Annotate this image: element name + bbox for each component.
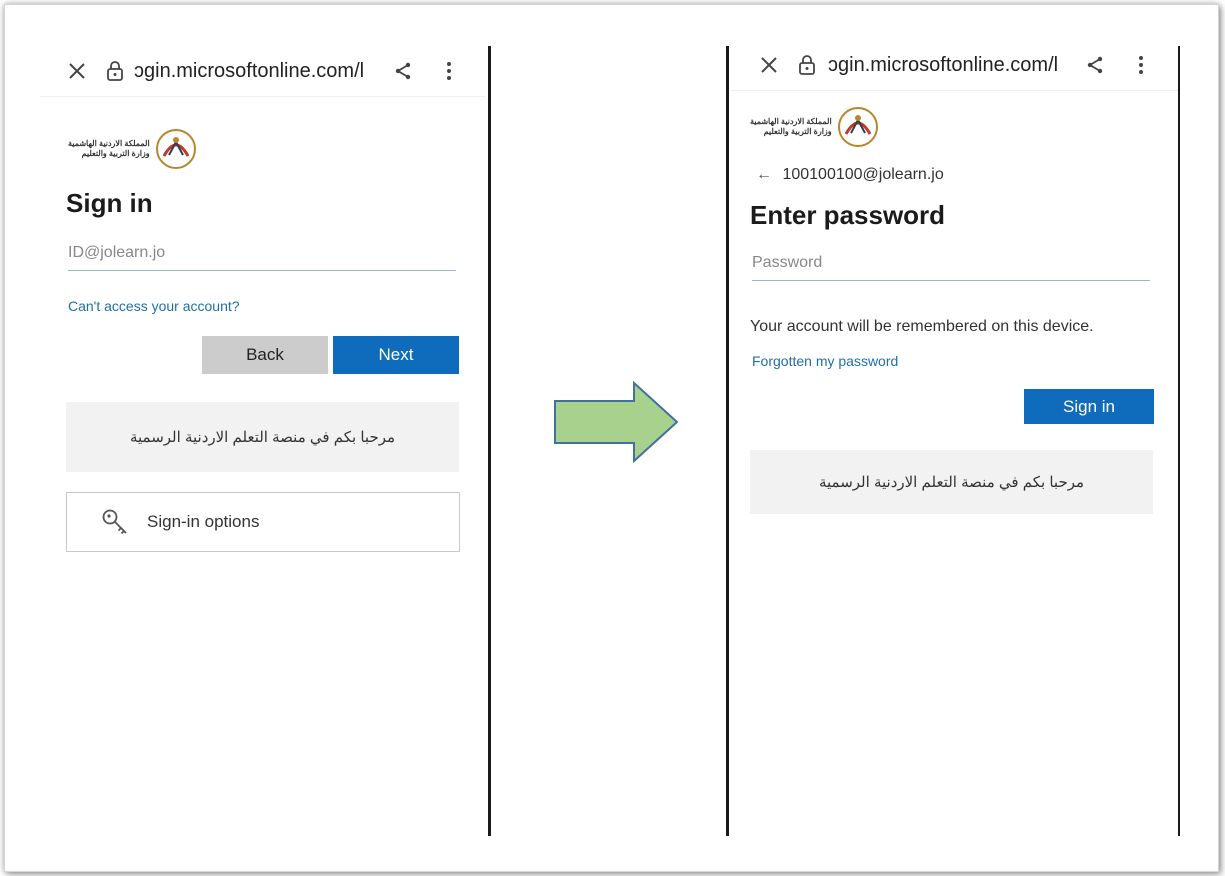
signin-options-button[interactable]: Sign-in options [66, 492, 460, 552]
signin-button[interactable]: Sign in [1024, 389, 1154, 424]
logo-text-line2: وزارة التربية والتعليم [763, 127, 832, 136]
welcome-banner: مرحبا بكم في منصة التعلم الاردنية الرسمي… [66, 402, 459, 472]
address-bar-url[interactable]: ᴐgin.microsoftonline.com/l [828, 40, 1074, 90]
account-email-row[interactable]: ← 100100100@jolearn.jo [756, 166, 944, 184]
key-icon [101, 508, 129, 536]
right-phone-right-edge [1178, 46, 1180, 836]
right-arrow-icon [554, 380, 679, 464]
close-icon[interactable] [754, 40, 784, 90]
account-email: 100100100@jolearn.jo [782, 166, 944, 183]
back-button[interactable]: Back [202, 336, 328, 374]
left-divider-line [488, 46, 491, 836]
ministry-logo: المملكة الاردنية الهاشمية وزارة التربية … [68, 128, 198, 170]
forgot-password-link[interactable]: Forgotten my password [752, 353, 898, 369]
address-bar-url[interactable]: ᴐgin.microsoftonline.com/l [134, 46, 380, 96]
left-phone-screen: ᴐgin.microsoftonline.com/l المملكة الارد… [40, 46, 486, 836]
logo-text-line2: وزارة التربية والتعليم [81, 149, 150, 158]
logo-text-line1: المملكة الاردنية الهاشمية [750, 117, 832, 126]
emblem-icon [837, 107, 878, 147]
share-icon[interactable] [390, 46, 416, 96]
lock-icon [102, 46, 128, 96]
password-field[interactable]: Password [752, 254, 1150, 281]
signin-options-label: Sign-in options [147, 512, 260, 531]
right-phone-screen: ᴐgin.microsoftonline.com/l المملكة الارد… [730, 40, 1178, 836]
ministry-logo: المملكة الاردنية الهاشمية وزارة التربية … [750, 106, 880, 148]
browser-toolbar: ᴐgin.microsoftonline.com/l [40, 46, 486, 97]
cant-access-account-link[interactable]: Can't access your account? [68, 298, 240, 314]
lock-icon [794, 40, 820, 90]
logo-text: المملكة الاردنية الهاشمية وزارة التربية … [750, 117, 832, 137]
logo-text: المملكة الاردنية الهاشمية وزارة التربية … [68, 139, 150, 159]
close-icon[interactable] [62, 46, 92, 96]
back-arrow-icon[interactable]: ← [756, 166, 772, 183]
emblem-icon [155, 129, 196, 169]
more-options-icon[interactable] [1130, 40, 1152, 90]
share-icon[interactable] [1082, 40, 1108, 90]
remember-device-text: Your account will be remembered on this … [750, 318, 1094, 335]
welcome-banner: مرحبا بكم في منصة التعلم الاردنية الرسمي… [750, 450, 1153, 514]
more-options-icon[interactable] [438, 46, 460, 96]
browser-toolbar: ᴐgin.microsoftonline.com/l [730, 40, 1178, 91]
right-phone-left-edge [726, 46, 729, 836]
page-title: Enter password [750, 200, 946, 230]
logo-text-line1: المملكة الاردنية الهاشمية [68, 139, 150, 148]
page-title: Sign in [66, 188, 153, 218]
email-field[interactable]: ID@jolearn.jo [68, 244, 456, 271]
next-button[interactable]: Next [333, 336, 459, 374]
